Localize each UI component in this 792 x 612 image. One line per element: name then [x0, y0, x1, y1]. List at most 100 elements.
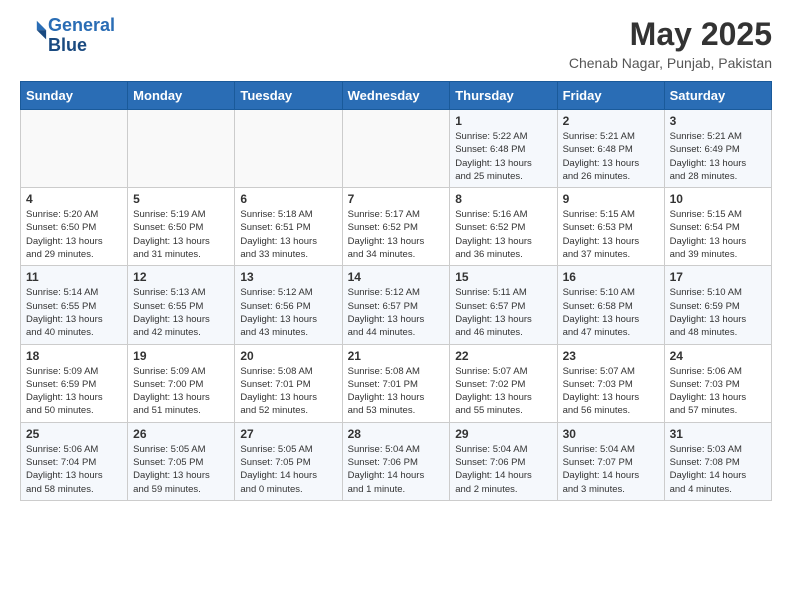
- calendar-cell: 28 Sunrise: 5:04 AM Sunset: 7:06 PM Dayli…: [342, 422, 450, 500]
- weekday-header-saturday: Saturday: [664, 82, 771, 110]
- calendar-cell: 19Sunrise: 5:09 AM Sunset: 7:00 PM Dayli…: [128, 344, 235, 422]
- day-info: Sunrise: 5:17 AM Sunset: 6:52 PM Dayligh…: [348, 208, 445, 261]
- calendar-week-row: 11 Sunrise: 5:14 AM Sunset: 6:55 PM Dayli…: [21, 266, 772, 344]
- calendar-cell: 26Sunrise: 5:05 AM Sunset: 7:05 PM Dayli…: [128, 422, 235, 500]
- day-info: Sunrise: 5:08 AM Sunset: 7:01 PM Dayligh…: [348, 365, 445, 418]
- day-info: Sunrise: 5:19 AM Sunset: 6:50 PM Dayligh…: [133, 208, 229, 261]
- day-info: Sunrise: 5:04 AM Sunset: 7:06 PM Dayligh…: [348, 443, 445, 496]
- day-number: 24: [670, 349, 766, 363]
- calendar-cell: 27 Sunrise: 5:05 AM Sunset: 7:05 PM Dayli…: [235, 422, 342, 500]
- day-number: 5: [133, 192, 229, 206]
- logo: General Blue: [20, 16, 115, 56]
- calendar-header-row: SundayMondayTuesdayWednesdayThursdayFrid…: [21, 82, 772, 110]
- day-info: Sunrise: 5:10 AM Sunset: 6:58 PM Dayligh…: [563, 286, 659, 339]
- day-info: Sunrise: 5:09 AM Sunset: 6:59 PM Dayligh…: [26, 365, 122, 418]
- day-number: 8: [455, 192, 551, 206]
- calendar-cell: 6 Sunrise: 5:18 AM Sunset: 6:51 PM Daylig…: [235, 188, 342, 266]
- day-info: Sunrise: 5:10 AM Sunset: 6:59 PM Dayligh…: [670, 286, 766, 339]
- day-number: 19: [133, 349, 229, 363]
- day-number: 9: [563, 192, 659, 206]
- calendar-week-row: 18 Sunrise: 5:09 AM Sunset: 6:59 PM Dayli…: [21, 344, 772, 422]
- day-number: 14: [348, 270, 445, 284]
- calendar-cell: 23 Sunrise: 5:07 AM Sunset: 7:03 PM Dayli…: [557, 344, 664, 422]
- day-number: 18: [26, 349, 122, 363]
- calendar-cell: 9 Sunrise: 5:15 AM Sunset: 6:53 PM Daylig…: [557, 188, 664, 266]
- day-number: 1: [455, 114, 551, 128]
- day-number: 16: [563, 270, 659, 284]
- calendar-cell: [128, 110, 235, 188]
- location-subtitle: Chenab Nagar, Punjab, Pakistan: [569, 55, 772, 71]
- day-info: Sunrise: 5:05 AM Sunset: 7:05 PM Dayligh…: [240, 443, 336, 496]
- calendar-cell: 24Sunrise: 5:06 AM Sunset: 7:03 PM Dayli…: [664, 344, 771, 422]
- day-number: 17: [670, 270, 766, 284]
- day-number: 29: [455, 427, 551, 441]
- day-number: 31: [670, 427, 766, 441]
- day-info: Sunrise: 5:15 AM Sunset: 6:53 PM Dayligh…: [563, 208, 659, 261]
- calendar-cell: 4 Sunrise: 5:20 AM Sunset: 6:50 PM Daylig…: [21, 188, 128, 266]
- calendar-cell: 10 Sunrise: 5:15 AM Sunset: 6:54 PM Dayli…: [664, 188, 771, 266]
- calendar-cell: 5 Sunrise: 5:19 AM Sunset: 6:50 PM Daylig…: [128, 188, 235, 266]
- day-number: 3: [670, 114, 766, 128]
- day-number: 10: [670, 192, 766, 206]
- day-number: 28: [348, 427, 445, 441]
- day-info: Sunrise: 5:06 AM Sunset: 7:04 PM Dayligh…: [26, 443, 122, 496]
- day-number: 4: [26, 192, 122, 206]
- calendar-cell: 16 Sunrise: 5:10 AM Sunset: 6:58 PM Dayli…: [557, 266, 664, 344]
- day-info: Sunrise: 5:08 AM Sunset: 7:01 PM Dayligh…: [240, 365, 336, 418]
- calendar-cell: 17 Sunrise: 5:10 AM Sunset: 6:59 PM Dayli…: [664, 266, 771, 344]
- calendar-cell: 2Sunrise: 5:21 AM Sunset: 6:48 PM Daylig…: [557, 110, 664, 188]
- calendar-cell: 20Sunrise: 5:08 AM Sunset: 7:01 PM Dayli…: [235, 344, 342, 422]
- day-number: 21: [348, 349, 445, 363]
- title-block: May 2025 Chenab Nagar, Punjab, Pakistan: [569, 16, 772, 71]
- day-info: Sunrise: 5:18 AM Sunset: 6:51 PM Dayligh…: [240, 208, 336, 261]
- weekday-header-wednesday: Wednesday: [342, 82, 450, 110]
- calendar-week-row: 25 Sunrise: 5:06 AM Sunset: 7:04 PM Dayli…: [21, 422, 772, 500]
- day-info: Sunrise: 5:20 AM Sunset: 6:50 PM Dayligh…: [26, 208, 122, 261]
- day-info: Sunrise: 5:04 AM Sunset: 7:06 PM Dayligh…: [455, 443, 551, 496]
- calendar-cell: 21 Sunrise: 5:08 AM Sunset: 7:01 PM Dayli…: [342, 344, 450, 422]
- day-info: Sunrise: 5:12 AM Sunset: 6:56 PM Dayligh…: [240, 286, 336, 339]
- calendar-cell: 22 Sunrise: 5:07 AM Sunset: 7:02 PM Dayli…: [450, 344, 557, 422]
- weekday-header-sunday: Sunday: [21, 82, 128, 110]
- calendar-cell: 12Sunrise: 5:13 AM Sunset: 6:55 PM Dayli…: [128, 266, 235, 344]
- day-number: 27: [240, 427, 336, 441]
- weekday-header-friday: Friday: [557, 82, 664, 110]
- day-number: 15: [455, 270, 551, 284]
- day-info: Sunrise: 5:04 AM Sunset: 7:07 PM Dayligh…: [563, 443, 659, 496]
- weekday-header-thursday: Thursday: [450, 82, 557, 110]
- day-number: 6: [240, 192, 336, 206]
- day-number: 22: [455, 349, 551, 363]
- day-info: Sunrise: 5:07 AM Sunset: 7:03 PM Dayligh…: [563, 365, 659, 418]
- calendar-cell: 3 Sunrise: 5:21 AM Sunset: 6:49 PM Daylig…: [664, 110, 771, 188]
- calendar-cell: [235, 110, 342, 188]
- calendar-cell: 15 Sunrise: 5:11 AM Sunset: 6:57 PM Dayli…: [450, 266, 557, 344]
- calendar-cell: 7 Sunrise: 5:17 AM Sunset: 6:52 PM Daylig…: [342, 188, 450, 266]
- calendar-cell: 18 Sunrise: 5:09 AM Sunset: 6:59 PM Dayli…: [21, 344, 128, 422]
- calendar-cell: 14 Sunrise: 5:12 AM Sunset: 6:57 PM Dayli…: [342, 266, 450, 344]
- calendar-cell: 31Sunrise: 5:03 AM Sunset: 7:08 PM Dayli…: [664, 422, 771, 500]
- calendar-cell: 25 Sunrise: 5:06 AM Sunset: 7:04 PM Dayli…: [21, 422, 128, 500]
- day-number: 2: [563, 114, 659, 128]
- day-info: Sunrise: 5:14 AM Sunset: 6:55 PM Dayligh…: [26, 286, 122, 339]
- weekday-header-monday: Monday: [128, 82, 235, 110]
- day-info: Sunrise: 5:12 AM Sunset: 6:57 PM Dayligh…: [348, 286, 445, 339]
- day-info: Sunrise: 5:22 AM Sunset: 6:48 PM Dayligh…: [455, 130, 551, 183]
- calendar-cell: [21, 110, 128, 188]
- day-number: 23: [563, 349, 659, 363]
- day-info: Sunrise: 5:11 AM Sunset: 6:57 PM Dayligh…: [455, 286, 551, 339]
- day-number: 25: [26, 427, 122, 441]
- day-info: Sunrise: 5:15 AM Sunset: 6:54 PM Dayligh…: [670, 208, 766, 261]
- month-year-title: May 2025: [569, 16, 772, 53]
- calendar-cell: 30Sunrise: 5:04 AM Sunset: 7:07 PM Dayli…: [557, 422, 664, 500]
- weekday-header-tuesday: Tuesday: [235, 82, 342, 110]
- day-number: 11: [26, 270, 122, 284]
- logo-general: General: [48, 15, 115, 35]
- day-info: Sunrise: 5:16 AM Sunset: 6:52 PM Dayligh…: [455, 208, 551, 261]
- calendar-cell: 13Sunrise: 5:12 AM Sunset: 6:56 PM Dayli…: [235, 266, 342, 344]
- calendar-week-row: 1 Sunrise: 5:22 AM Sunset: 6:48 PM Daylig…: [21, 110, 772, 188]
- calendar-week-row: 4 Sunrise: 5:20 AM Sunset: 6:50 PM Daylig…: [21, 188, 772, 266]
- day-number: 26: [133, 427, 229, 441]
- day-number: 7: [348, 192, 445, 206]
- day-info: Sunrise: 5:07 AM Sunset: 7:02 PM Dayligh…: [455, 365, 551, 418]
- day-info: Sunrise: 5:21 AM Sunset: 6:49 PM Dayligh…: [670, 130, 766, 183]
